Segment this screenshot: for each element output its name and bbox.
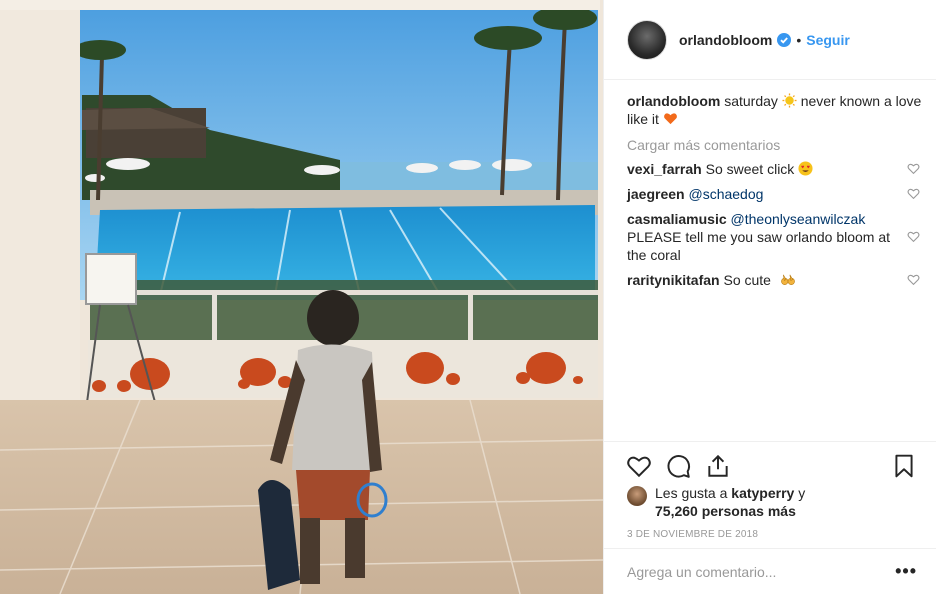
author-username[interactable]: orlandobloom [679,32,772,48]
like-comment-heart-icon[interactable] [907,273,920,286]
like-comment-heart-icon[interactable] [907,187,920,200]
like-comment-heart-icon[interactable] [907,230,920,243]
comment-item: casmaliamusic @theonlyseanwilczak PLEASE… [627,210,922,264]
post-date[interactable]: 3 DE NOVIEMBRE DE 2018 [627,529,758,540]
sun-emoji-icon [782,93,797,108]
comment-username[interactable]: raritynikitafan [627,272,720,288]
comment-item: vexi_farrah So sweet click [627,160,922,178]
ok-hand-emoji-icon [781,274,795,285]
more-options-button[interactable]: ••• [895,561,917,582]
likes-username[interactable]: katyperry [731,485,794,501]
orange-heart-icon [663,113,677,125]
comment-username[interactable]: casmaliamusic [627,211,727,227]
add-comment-input[interactable] [627,563,896,580]
post-header: orlandobloom • Seguir [604,0,936,80]
share-icon[interactable] [705,453,731,479]
comments-list: orlandobloom saturday never known a love… [627,92,922,296]
comment-username[interactable]: jaegreen [627,186,685,202]
add-comment-bar: ••• [604,548,936,594]
bookmark-icon[interactable] [891,453,917,479]
post-panel: orlandobloom • Seguir orlandobloom satur… [603,0,936,594]
heart-icon[interactable] [626,453,652,479]
comment-text: So cute [723,272,771,288]
verified-badge-icon [777,32,792,47]
comment-text: PLEASE tell me you saw orlando bloom at … [627,229,891,263]
author-avatar[interactable] [627,19,667,60]
likes-user-avatar [627,486,647,506]
likes-text: Les gusta a katyperry y 75,260 personas … [655,484,927,520]
comment-mention[interactable]: @theonlyseanwilczak [731,211,866,227]
like-comment-heart-icon[interactable] [907,162,920,175]
follow-button[interactable]: Seguir [806,32,850,48]
likes-count[interactable]: 75,260 personas más [655,503,796,519]
comment-mention[interactable]: @schaedog [688,186,763,202]
caption-text-1: saturday [724,93,778,109]
likes-summary: Les gusta a katyperry y 75,260 personas … [627,484,927,520]
comment-item: raritynikitafan So cute [627,271,922,289]
likes-suffix: y [798,485,806,501]
caption-username[interactable]: orlandobloom [627,93,720,109]
comment-text: So sweet click [705,161,795,177]
comment-username[interactable]: vexi_farrah [627,161,702,177]
load-more-comments[interactable]: Cargar más comentarios [627,136,922,154]
heart-eyes-emoji-icon [798,161,813,176]
post-photo-scene [0,0,603,594]
separator-dot: • [796,31,802,48]
post-actions [604,441,936,481]
comment-icon[interactable] [666,453,692,479]
post-caption: orlandobloom saturday never known a love… [627,92,922,128]
comment-item: jaegreen @schaedog [627,185,922,203]
likes-prefix: Les gusta a [655,485,728,501]
post-photo[interactable] [0,0,603,594]
